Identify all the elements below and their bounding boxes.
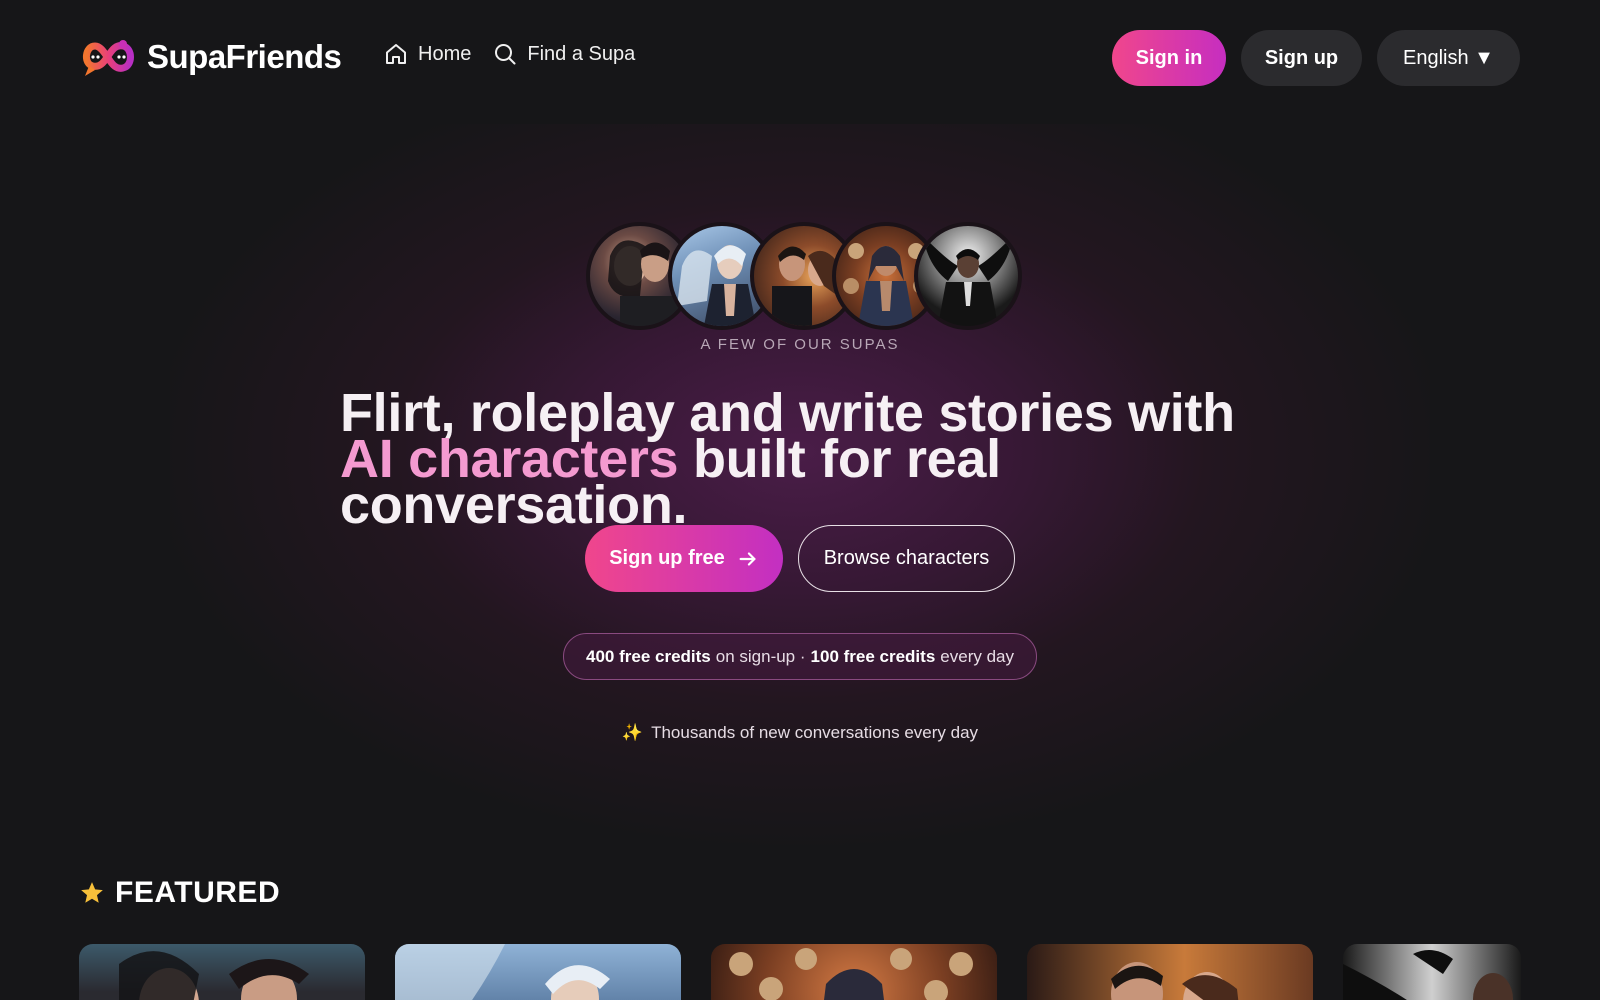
sign-up-button[interactable]: Sign up <box>1241 30 1362 86</box>
browse-characters-button[interactable]: Browse characters <box>798 525 1015 592</box>
nav-find-supa[interactable]: Find a Supa <box>493 42 635 66</box>
tagline-text: Thousands of new conversations every day <box>651 723 979 742</box>
nav-find-label: Find a Supa <box>527 42 636 65</box>
character-card[interactable] <box>395 944 681 1000</box>
home-icon <box>386 44 406 64</box>
language-select[interactable]: English ▼ <box>1377 30 1520 86</box>
featured-carousel <box>79 944 1521 1000</box>
arrow-right-icon <box>739 551 756 566</box>
credits-badge: 400 free credits on sign-up · 100 free c… <box>563 633 1037 680</box>
avatar[interactable] <box>914 222 1022 330</box>
credits-signup-amount: 400 free credits <box>586 646 711 666</box>
character-card[interactable] <box>1343 944 1521 1000</box>
cta-primary-label: Sign up free <box>609 547 725 569</box>
credits-signup-text: on sign-up · <box>715 646 806 666</box>
character-card[interactable] <box>711 944 997 1000</box>
featured-title-text: FEATURED <box>115 876 281 909</box>
top-header: SupaFriends Home Find a Supa Sign in Sig… <box>0 0 1600 116</box>
search-icon <box>495 44 516 65</box>
sparkles-icon: ✨ <box>621 723 644 742</box>
sign-in-button[interactable]: Sign in <box>1112 30 1226 86</box>
infinity-logo-icon <box>83 40 134 76</box>
avatar-stack <box>586 222 1022 330</box>
brand-logo-link[interactable]: SupaFriends <box>79 34 342 80</box>
featured-heading: FEATURED <box>79 876 280 910</box>
nav-home[interactable]: Home <box>384 42 471 66</box>
brand-name: SupaFriends <box>147 38 342 75</box>
credits-daily-text: every day <box>940 646 1014 666</box>
main-nav: Home Find a Supa <box>384 42 635 66</box>
character-card[interactable] <box>1027 944 1313 1000</box>
credits-daily-amount: 100 free credits <box>810 646 936 666</box>
hero-tagline: ✨ Thousands of new conversations every da… <box>0 723 1600 743</box>
character-card[interactable] <box>79 944 365 1000</box>
hero-headline: Flirt, roleplay and write stories with A… <box>340 386 1260 532</box>
star-icon <box>81 882 103 903</box>
avatars-caption: A FEW OF OUR SUPAS <box>700 336 900 353</box>
nav-home-label: Home <box>418 42 472 65</box>
sign-up-free-button[interactable]: Sign up free <box>585 525 783 592</box>
